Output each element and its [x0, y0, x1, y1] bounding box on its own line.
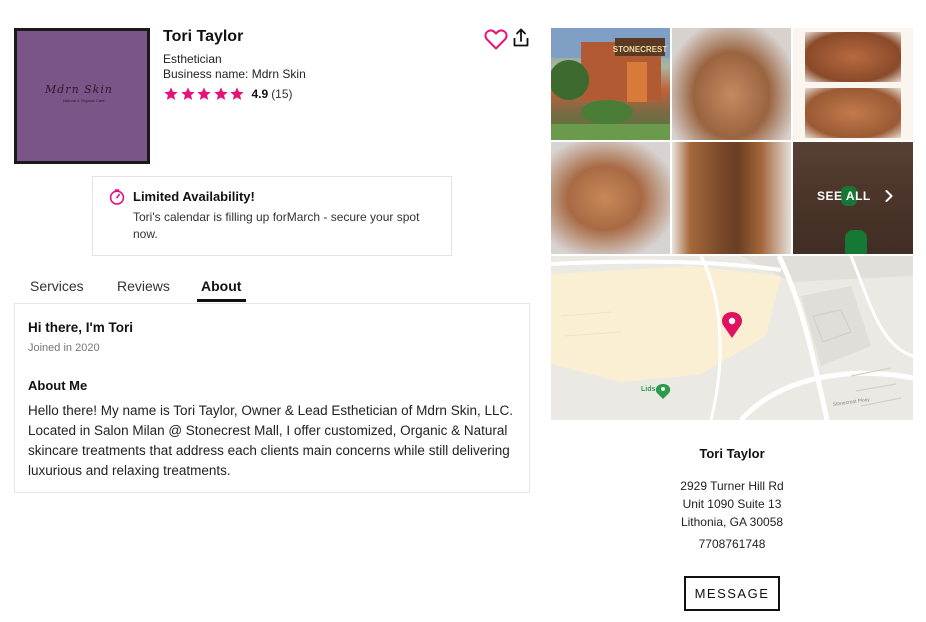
about-me-heading: About Me	[28, 378, 88, 393]
tab-services[interactable]: Services	[30, 278, 84, 294]
address-line-3: Lithonia, GA 30058	[680, 515, 784, 529]
business-logo: Mdrn Skin Natural & Organic Care	[14, 28, 150, 164]
business-name-value: Mdrn Skin	[251, 67, 306, 81]
star-icon	[197, 87, 211, 100]
joined-date: Joined in 2020	[28, 342, 100, 354]
about-greeting: Hi there, I'm Tori	[28, 320, 133, 335]
map-poi-label: Lids	[641, 386, 656, 393]
address-line-1: 2929 Turner Hill Rd	[680, 479, 784, 493]
map-graphic: Stonecrest Pkwy	[551, 256, 913, 420]
gallery-photo-legs[interactable]	[672, 142, 791, 254]
phone-number[interactable]: 7708761748	[551, 537, 913, 551]
about-card: Hi there, I'm Tori Joined in 2020 About …	[14, 303, 530, 493]
gallery-photo-facial-2[interactable]	[551, 142, 670, 254]
after-image	[805, 88, 901, 138]
chevron-right-icon	[885, 190, 893, 202]
location-name: Tori Taylor	[699, 446, 765, 461]
see-all-label: SEE ALL	[817, 189, 871, 203]
review-count: (15)	[271, 87, 293, 101]
tab-reviews[interactable]: Reviews	[117, 278, 170, 294]
gallery-photo-storefront[interactable]: STONECREST	[551, 28, 670, 140]
before-image	[805, 32, 901, 82]
logo-script: Mdrn Skin	[45, 83, 113, 96]
see-all-button[interactable]: SEE ALL	[817, 189, 893, 203]
address-line-2: Unit 1090 Suite 13	[682, 497, 782, 511]
gallery-see-all-tile[interactable]: SEE ALL	[793, 142, 913, 254]
rating-value: 4.9	[251, 87, 269, 101]
provider-profession: Esthetician	[163, 52, 222, 66]
star-icon	[164, 87, 178, 100]
gallery-photo-facial-1[interactable]	[672, 28, 791, 140]
availability-message: Tori's calendar is filling up forMarch -…	[133, 210, 420, 241]
timer-icon	[109, 189, 125, 205]
location-map[interactable]: Stonecrest Pkwy Lids	[551, 256, 913, 420]
message-button[interactable]: MESSAGE	[684, 576, 780, 611]
availability-banner: Limited Availability! Tori's calendar is…	[92, 176, 452, 256]
share-icon[interactable]	[512, 28, 530, 48]
gallery-photo-before-after[interactable]	[793, 28, 913, 140]
availability-title: Limited Availability!	[133, 189, 255, 204]
storefront-graphic: STONECREST	[551, 28, 670, 140]
provider-name: Tori Taylor	[163, 28, 244, 45]
logo-tagline: Natural & Organic Care	[63, 98, 105, 103]
star-icon	[180, 87, 195, 100]
active-tab-indicator	[197, 299, 246, 302]
heart-icon[interactable]	[484, 28, 508, 50]
about-me-body: Hello there! My name is Tori Taylor, Own…	[28, 403, 513, 478]
photo-gallery: STONECREST SEE ALL	[551, 28, 913, 254]
tab-about[interactable]: About	[201, 278, 241, 294]
storefront-sign: STONECREST	[613, 45, 668, 54]
star-icon	[230, 87, 244, 100]
business-name-row: Business name: Mdrn Skin	[163, 67, 306, 81]
star-icon	[213, 87, 228, 100]
rating-row[interactable]: 4.9 (15)	[163, 86, 293, 102]
business-name-label: Business name:	[163, 67, 249, 81]
